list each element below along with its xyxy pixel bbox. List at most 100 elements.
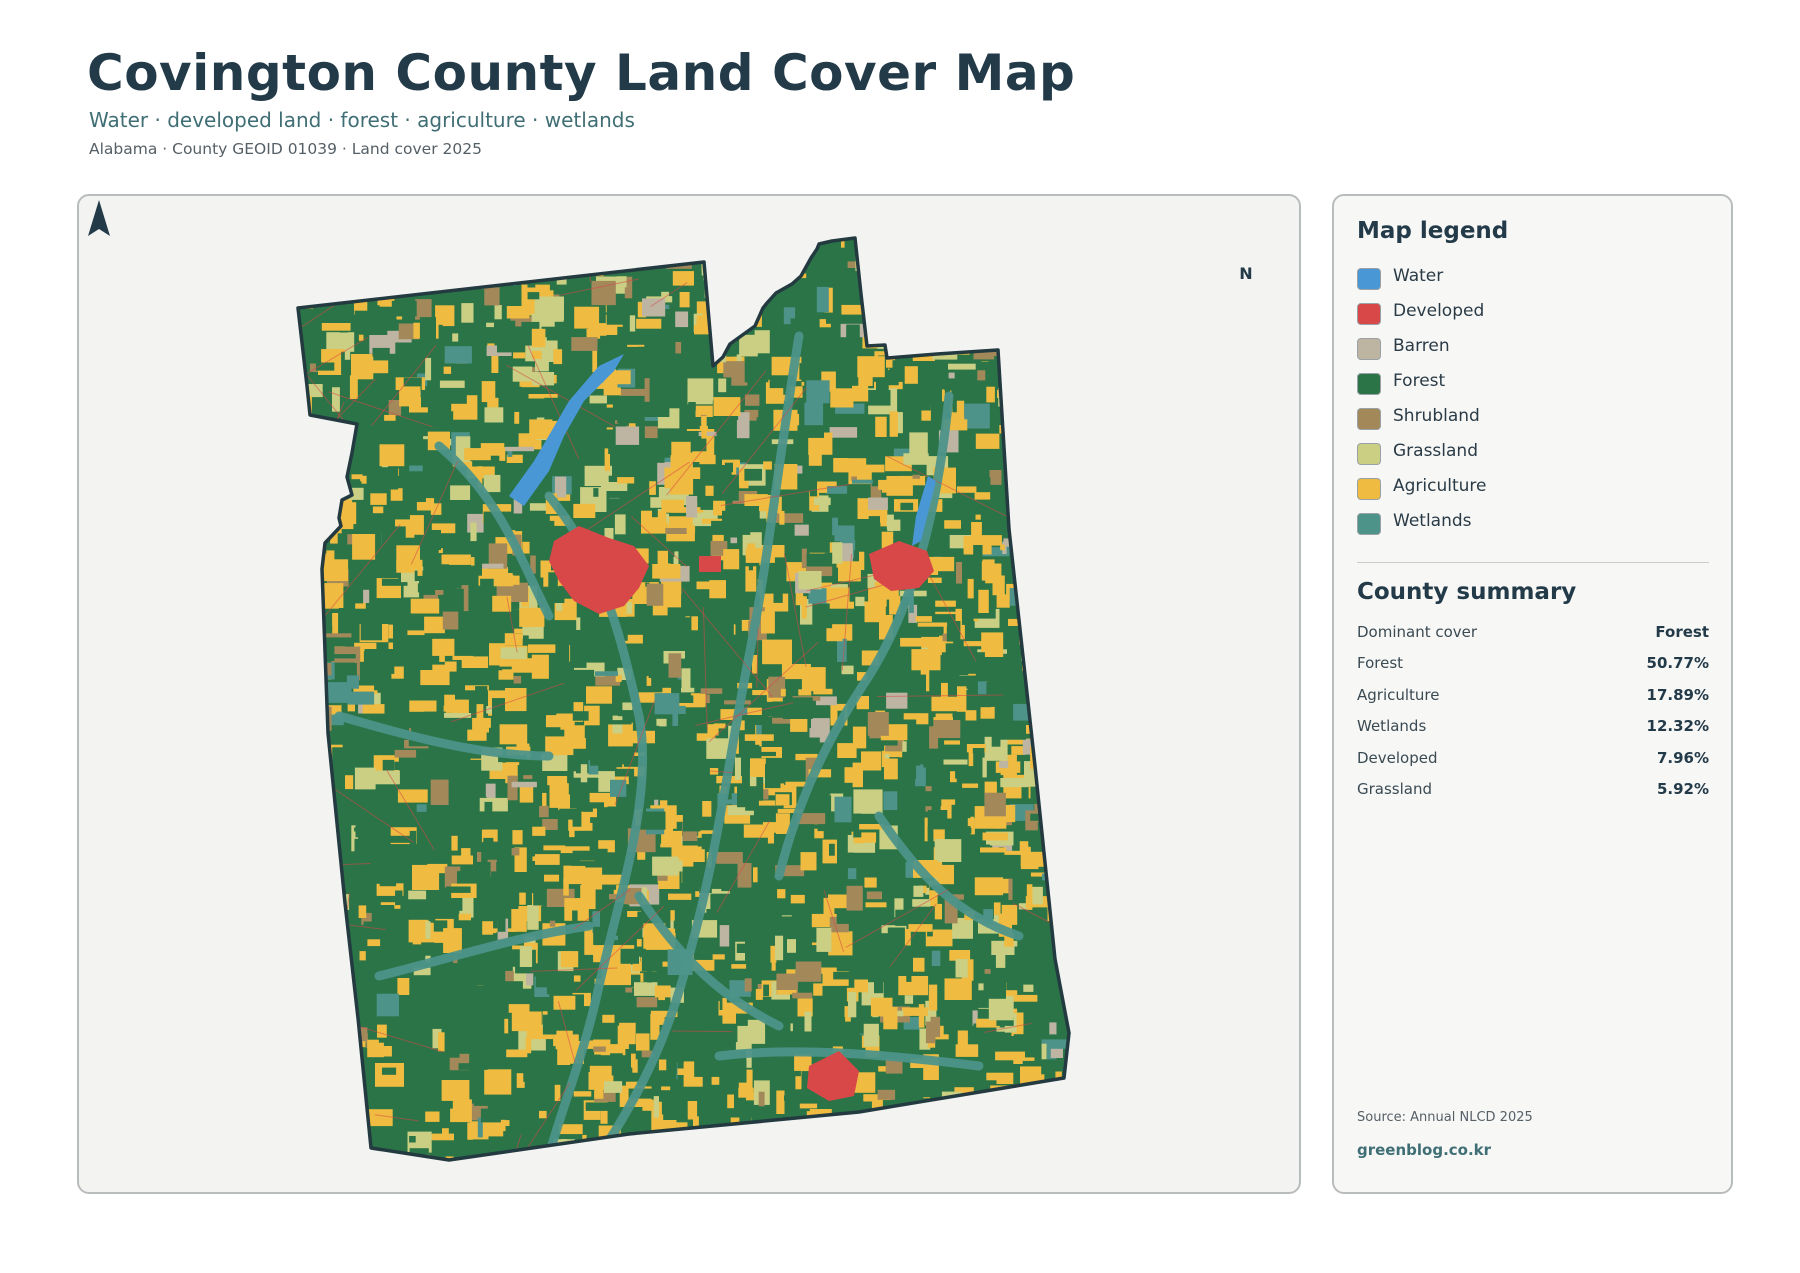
land-patch-agriculture [519,607,545,627]
land-patch-grassland [948,363,976,370]
land-patch-forest [1043,439,1060,449]
land-patch-grassland [911,1144,937,1160]
land-patch-forest [503,1131,526,1149]
land-patch-forest [1045,801,1069,810]
land-patch-agriculture [440,249,448,268]
land-patch-grassland [1039,528,1059,547]
land-patch-agriculture [313,1042,323,1055]
land-patch-agriculture [458,913,471,921]
site-link[interactable]: greenblog.co.kr [1357,1141,1491,1159]
land-patch-forest [913,402,931,411]
land-patch-agriculture [1045,1124,1066,1146]
land-patch-grassland [653,1096,659,1118]
land-patch-forest [587,830,612,839]
land-patch-shrubland [539,805,549,818]
land-patch-forest [660,1072,677,1087]
land-patch-forest [711,1125,742,1142]
land-patch-agriculture [864,877,877,888]
land-patch-agriculture [602,1014,615,1023]
land-patch-forest [960,278,967,301]
land-patch-agriculture [399,386,421,407]
land-patch-forest [422,1165,432,1171]
land-patch-forest [511,1106,536,1132]
land-patch-agriculture [375,1063,404,1087]
land-patch-agriculture [986,386,995,403]
land-patch-grassland [519,946,533,967]
land-patch-forest [765,764,781,789]
land-patch-agriculture [1057,771,1069,797]
land-patch-barren [675,311,689,328]
land-patch-forest [964,306,974,328]
land-patch-agriculture [928,984,938,1011]
land-patch-forest [815,1134,836,1150]
land-patch-shrubland [340,1032,357,1056]
land-patch-forest [805,647,830,656]
land-patch-shrubland [846,885,863,911]
land-patch-grassland [704,273,734,298]
land-patch-agriculture [519,892,526,905]
land-patch-agriculture [1048,595,1069,617]
land-patch-wetlands [859,1115,887,1138]
land-patch-forest [491,871,504,881]
land-patch-grassland [576,1158,584,1160]
land-patch-forest [298,557,311,567]
land-patch-agriculture [799,1103,818,1109]
land-patch-forest [956,465,968,484]
land-patch-forest [927,810,948,830]
land-patch-grassland [972,1164,1002,1178]
land-patch-forest [1058,831,1069,839]
land-patch-forest [867,390,891,406]
land-patch-agriculture [934,903,942,920]
map-panel[interactable]: N [77,194,1301,1194]
land-patch-forest [444,411,454,421]
land-patch-forest [881,294,891,320]
land-patch-agriculture [424,616,445,634]
land-patch-forest [358,521,364,528]
land-patch-agriculture [658,563,671,575]
land-patch-forest [688,402,696,411]
land-patch-agriculture [1022,533,1045,553]
land-patch-agriculture [1024,380,1046,390]
land-patch-shrubland [1040,378,1051,391]
land-patch-forest [475,563,482,576]
land-patch-forest [364,649,395,674]
land-patch-agriculture [506,1049,528,1058]
land-patch-wetlands [594,671,618,676]
land-patch-agriculture [686,525,696,533]
land-patch-forest [312,1041,326,1057]
land-patch-agriculture [786,1133,809,1148]
land-patch-grassland [877,260,899,282]
land-patch-agriculture [1062,1163,1074,1188]
land-patch-grassland [298,1019,317,1042]
land-patch-grassland [925,289,931,315]
summary-label: Forest [1357,654,1404,673]
land-patch-grassland [1029,635,1054,652]
land-patch-wetlands [917,334,934,340]
summary-label: Grassland [1357,779,1432,798]
land-patch-grassland [425,921,431,939]
legend-label: Forest [1393,371,1446,391]
land-patch-forest [298,1089,303,1099]
land-patch-forest [888,861,898,877]
land-patch-forest [623,1122,638,1139]
land-patch-grassland [1023,984,1034,992]
legend-label: Shrubland [1393,406,1480,426]
land-patch-forest [951,1147,977,1160]
land-patch-forest [650,750,678,770]
land-patch-shrubland [549,920,556,927]
land-patch-barren [730,537,738,544]
land-patch-agriculture [1003,1088,1019,1098]
land-patch-agriculture [955,1044,981,1057]
county-map[interactable] [79,196,1301,1194]
land-patch-forest [692,868,700,892]
land-patch-agriculture [1070,702,1077,713]
land-patch-forest [1030,357,1045,372]
land-patch-forest [459,773,481,792]
land-patch-agriculture [1025,578,1045,602]
land-patch-agriculture [298,427,316,444]
land-patch-agriculture [408,919,435,943]
land-patch-wetlands [346,675,359,689]
land-patch-agriculture [431,238,440,261]
land-patch-agriculture [830,388,854,408]
land-patch-grassland [798,571,822,590]
